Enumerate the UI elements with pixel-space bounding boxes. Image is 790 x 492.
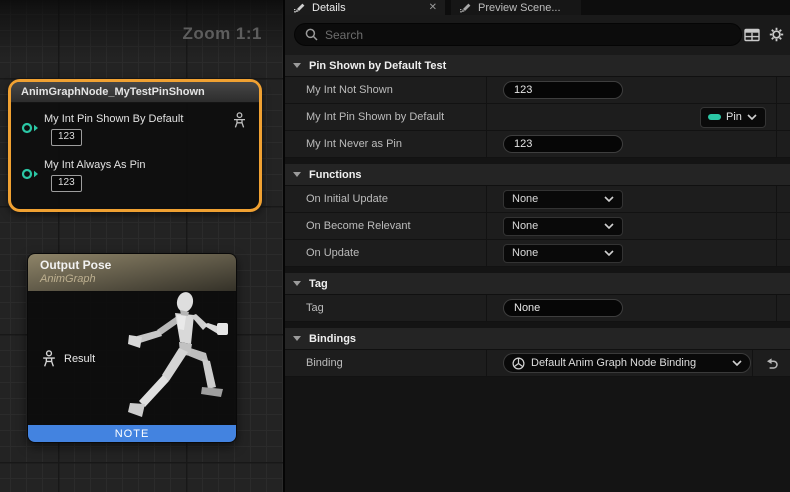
property-label: On Become Relevant — [285, 213, 487, 239]
int-pin-icon[interactable] — [21, 168, 40, 180]
zoom-indicator: Zoom 1:1 — [0, 24, 262, 44]
tab-preview-scene[interactable]: Preview Scene... — [451, 0, 581, 15]
property-label: Binding — [285, 350, 487, 376]
binding-orb-icon — [512, 357, 525, 370]
person-pin-icon — [41, 350, 57, 368]
search-icon — [305, 28, 318, 41]
pin-state-icon — [708, 114, 721, 120]
section-header-bindings[interactable]: Bindings — [285, 328, 790, 350]
property-label: On Initial Update — [285, 186, 487, 212]
property-row-my-int-never-as-pin: My Int Never as Pin — [285, 131, 790, 158]
output-node-title: Output Pose — [40, 258, 224, 272]
binding-dropdown[interactable]: Default Anim Graph Node Binding — [503, 353, 751, 373]
search-input[interactable] — [325, 28, 731, 42]
chevron-down-icon — [604, 223, 614, 229]
section-header-functions[interactable]: Functions — [285, 164, 790, 186]
pin-visibility-dropdown[interactable]: Pin — [700, 107, 766, 128]
node-title-bar[interactable]: AnimGraphNode_MyTestPinShown — [11, 82, 259, 103]
int-value-input[interactable] — [503, 81, 623, 99]
tab-label: Preview Scene... — [478, 2, 561, 14]
person-pin-icon[interactable] — [232, 112, 247, 129]
node-pin-row: My Int Always As Pin 123 — [11, 156, 259, 196]
section-header-tag[interactable]: Tag — [285, 273, 790, 295]
result-pin-label: Result — [64, 353, 95, 365]
property-row-my-int-not-shown: My Int Not Shown — [285, 77, 790, 104]
settings-gear-icon[interactable] — [769, 27, 784, 42]
running-mannequin-illustration — [128, 290, 234, 430]
reset-to-default-icon[interactable] — [765, 357, 779, 369]
tab-close-icon[interactable]: ✕ — [429, 2, 437, 13]
pin-default-value[interactable]: 123 — [51, 129, 82, 146]
output-node-body: Result — [28, 292, 236, 427]
property-row-binding: Binding Default Anim Graph Node Binding — [285, 350, 790, 377]
function-select[interactable]: None — [503, 190, 623, 209]
panel-tab-bar: Details ✕ Preview Scene... — [285, 0, 790, 15]
tag-value-input[interactable] — [503, 299, 623, 317]
section-header-pin-shown[interactable]: Pin Shown by Default Test — [285, 55, 790, 77]
collapse-arrow-icon — [293, 336, 301, 341]
graph-node-test-pin-shown[interactable]: AnimGraphNode_MyTestPinShown My Int Pin … — [8, 79, 262, 212]
details-pencil-icon — [293, 2, 306, 13]
property-label: My Int Pin Shown by Default — [285, 104, 487, 130]
chevron-down-icon — [604, 196, 614, 202]
collapse-arrow-icon — [293, 172, 301, 177]
tab-details[interactable]: Details ✕ — [285, 0, 445, 15]
property-matrix-icon[interactable] — [744, 28, 760, 42]
details-pencil-icon — [459, 2, 472, 13]
node-title: AnimGraphNode_MyTestPinShown — [21, 86, 205, 98]
collapse-arrow-icon — [293, 281, 301, 286]
pin-label: My Int Pin Shown By Default — [44, 113, 183, 125]
chevron-down-icon — [604, 250, 614, 256]
tab-label: Details — [312, 2, 346, 14]
property-label: On Update — [285, 240, 487, 266]
unreal-editor-window: Zoom 1:1 AnimGraphNode_MyTestPinShown My… — [0, 0, 790, 492]
property-label: Tag — [285, 295, 487, 321]
property-row-on-update: On Update None — [285, 240, 790, 267]
pin-default-value[interactable]: 123 — [51, 175, 82, 192]
details-toolbar — [285, 15, 790, 55]
property-row-on-become-relevant: On Become Relevant None — [285, 213, 790, 240]
property-label: My Int Not Shown — [285, 77, 487, 103]
int-value-input[interactable] — [503, 135, 623, 153]
function-select[interactable]: None — [503, 217, 623, 236]
result-pose-pin[interactable]: Result — [41, 350, 95, 368]
chevron-down-icon — [732, 360, 742, 366]
property-row-on-initial-update: On Initial Update None — [285, 186, 790, 213]
graph-node-output-pose[interactable]: Output Pose AnimGraph — [27, 253, 237, 443]
search-box[interactable] — [294, 23, 742, 46]
property-row-tag: Tag — [285, 295, 790, 322]
property-row-my-int-pin-shown-by-default: My Int Pin Shown by Default Pin — [285, 104, 790, 131]
output-node-title-bar[interactable]: Output Pose AnimGraph — [28, 254, 236, 292]
anim-graph-canvas[interactable]: Zoom 1:1 AnimGraphNode_MyTestPinShown My… — [0, 0, 285, 492]
pin-label: My Int Always As Pin — [44, 159, 145, 171]
property-label: My Int Never as Pin — [285, 131, 487, 157]
output-node-subtitle: AnimGraph — [40, 273, 224, 285]
collapse-arrow-icon — [293, 63, 301, 68]
details-panel: Details ✕ Preview Scene... — [285, 0, 790, 492]
chevron-down-icon — [747, 114, 757, 120]
int-pin-icon[interactable] — [21, 122, 40, 134]
node-pin-row: My Int Pin Shown By Default 123 — [11, 110, 259, 150]
note-banner[interactable]: NOTE — [28, 425, 236, 442]
function-select[interactable]: None — [503, 244, 623, 263]
